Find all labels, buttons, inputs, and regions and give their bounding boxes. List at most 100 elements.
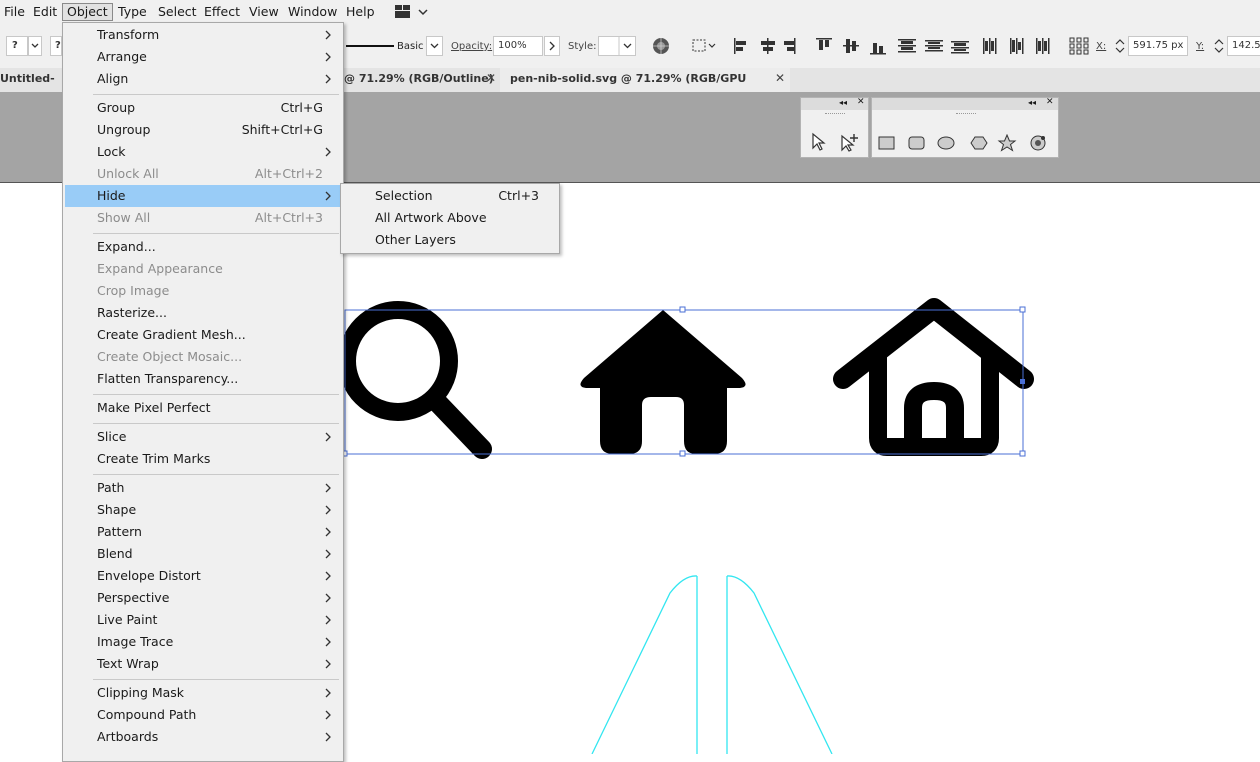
panel-close-icon[interactable]: ✕	[1046, 97, 1054, 107]
tab-pen-nib-solid[interactable]: pen-nib-solid.svg @ 71.29% (RGB/GPU Prev…	[510, 68, 770, 92]
menu-item-label: Lock	[97, 144, 126, 159]
menu-item-label: Ungroup	[97, 122, 151, 137]
menu-item-rasterize[interactable]: Rasterize...	[65, 302, 341, 324]
menu-item-pattern[interactable]: Pattern	[65, 521, 341, 543]
menu-item-align[interactable]: Align	[65, 68, 341, 90]
tab-untitled-3[interactable]: Untitled-3.ai*	[0, 68, 62, 92]
menu-item-text-wrap[interactable]: Text Wrap	[65, 653, 341, 675]
chevron-right-icon	[323, 145, 333, 159]
tab-outline-view[interactable]: @ 71.29% (RGB/Outline)	[344, 68, 494, 92]
shape-tool-icons[interactable]	[878, 133, 1048, 152]
opacity-arrow-button[interactable]	[544, 36, 560, 56]
menu-file[interactable]: File	[0, 3, 29, 21]
menu-item-lock[interactable]: Lock	[65, 141, 341, 163]
menu-item-label: Create Trim Marks	[97, 451, 211, 466]
menu-item-blend[interactable]: Blend	[65, 543, 341, 565]
object-menu: Transform Arrange Align Group Ctrl+G Ungroup S…	[62, 22, 344, 762]
menu-item-shape[interactable]: Shape	[65, 499, 341, 521]
menu-item-label: Arrange	[97, 49, 147, 64]
panel-grip[interactable]	[825, 113, 845, 116]
menu-item-arrange[interactable]: Arrange	[65, 46, 341, 68]
submenu-item-selection[interactable]: Selection Ctrl+3	[343, 185, 557, 207]
menu-item-expand[interactable]: Expand...	[65, 236, 341, 258]
menu-item-label: Hide	[97, 188, 126, 203]
menu-item-label: Make Pixel Perfect	[97, 400, 211, 415]
menu-item-label: Rasterize...	[97, 305, 167, 320]
menu-item-envelope-distort[interactable]: Envelope Distort	[65, 565, 341, 587]
menu-item-hide[interactable]: Hide	[65, 185, 341, 207]
pen-nib-outline[interactable]	[591, 575, 833, 754]
panel-close-icon[interactable]: ✕	[857, 97, 865, 107]
workspace-switcher-icon[interactable]	[394, 4, 432, 20]
menu-item-clipping-mask[interactable]: Clipping Mask	[65, 682, 341, 704]
tab-outline-close-icon[interactable]: ✕	[486, 68, 496, 92]
menu-item-create-gradient-mesh[interactable]: Create Gradient Mesh...	[65, 324, 341, 346]
house-outline-icon[interactable]	[833, 298, 1034, 456]
panel-grip[interactable]	[956, 113, 976, 116]
menu-item-label: Perspective	[97, 590, 170, 605]
search-icon[interactable]	[338, 301, 492, 459]
menu-item-group[interactable]: Group Ctrl+G	[65, 97, 341, 119]
menu-item-image-trace[interactable]: Image Trace	[65, 631, 341, 653]
menu-item-make-pixel-perfect[interactable]: Make Pixel Perfect	[65, 397, 341, 419]
y-stepper-icon[interactable]	[1211, 36, 1227, 56]
menu-item-label: Flatten Transparency...	[97, 371, 239, 386]
chevron-right-icon	[323, 72, 333, 86]
stroke-question-swatch[interactable]: ?	[50, 36, 62, 56]
menu-item-live-paint[interactable]: Live Paint	[65, 609, 341, 631]
fill-dropdown[interactable]	[28, 36, 42, 56]
menu-type[interactable]: Type	[114, 3, 151, 21]
menu-select[interactable]: Select	[154, 3, 201, 21]
x-stepper-icon[interactable]	[1112, 36, 1128, 56]
menu-help[interactable]: Help	[342, 3, 379, 21]
menu-item-label: Blend	[97, 546, 133, 561]
menu-item-compound-path[interactable]: Compound Path	[65, 704, 341, 726]
submenu-item-other-layers[interactable]: Other Layers	[343, 229, 557, 251]
menu-item-path[interactable]: Path	[65, 477, 341, 499]
panel-collapse-icon[interactable]: ◂◂	[1028, 98, 1036, 107]
fill-question-swatch[interactable]: ?	[6, 36, 28, 56]
menu-item-perspective[interactable]: Perspective	[65, 587, 341, 609]
chevron-right-icon	[323, 569, 333, 583]
menu-item-label: Transform	[97, 27, 160, 42]
menu-item-create-trim-marks[interactable]: Create Trim Marks	[65, 448, 341, 470]
stroke-style-label: Basic	[397, 41, 424, 52]
direct-selection-tool-icon[interactable]	[809, 132, 829, 152]
menu-item-label: Pattern	[97, 524, 142, 539]
hide-submenu: Selection Ctrl+3 All Artwork Above Other…	[340, 183, 560, 254]
menu-item-flatten-transparency[interactable]: Flatten Transparency...	[65, 368, 341, 390]
menu-separator	[93, 394, 339, 395]
align-to-selection-icon[interactable]	[690, 37, 718, 55]
menu-object[interactable]: Object	[62, 3, 113, 21]
menu-item-label: Group	[97, 100, 136, 115]
submenu-item-all-artwork-above[interactable]: All Artwork Above	[343, 207, 557, 229]
panel-collapse-icon[interactable]: ◂◂	[839, 98, 847, 107]
menu-edit[interactable]: Edit	[29, 3, 61, 21]
menu-window[interactable]: Window	[284, 3, 341, 21]
align-distribute-icons[interactable]	[732, 36, 1062, 56]
group-selection-tool-icon[interactable]	[839, 132, 861, 152]
menu-item-label: Create Object Mosaic...	[97, 349, 243, 364]
menu-item-shortcut: Shift+Ctrl+G	[241, 122, 323, 137]
house-solid-icon[interactable]	[580, 310, 746, 454]
menu-item-artboards[interactable]: Artboards	[65, 726, 341, 748]
opacity-label[interactable]: Opacity:	[451, 41, 492, 52]
menu-item-expand-appearance: Expand Appearance	[65, 258, 341, 280]
chevron-right-icon	[323, 481, 333, 495]
menu-item-label: Expand...	[97, 239, 156, 254]
tab-pen-nib-close-icon[interactable]: ✕	[775, 68, 785, 92]
menu-item-label: Compound Path	[97, 707, 197, 722]
opacity-input[interactable]: 100%	[493, 36, 543, 56]
recolor-artwork-icon[interactable]	[652, 37, 670, 55]
graphic-style-dropdown[interactable]	[598, 36, 636, 56]
x-position-input[interactable]: 591.75 px	[1128, 36, 1188, 56]
menu-item-transform[interactable]: Transform	[65, 24, 341, 46]
menu-item-ungroup[interactable]: Ungroup Shift+Ctrl+G	[65, 119, 341, 141]
menu-view[interactable]: View	[245, 3, 283, 21]
stroke-style-dropdown[interactable]	[426, 36, 443, 56]
chevron-right-icon	[323, 613, 333, 627]
menu-effect[interactable]: Effect	[200, 3, 244, 21]
menu-item-slice[interactable]: Slice	[65, 426, 341, 448]
reference-point-icon[interactable]	[1068, 36, 1090, 56]
y-position-input[interactable]: 142.58	[1227, 36, 1260, 56]
